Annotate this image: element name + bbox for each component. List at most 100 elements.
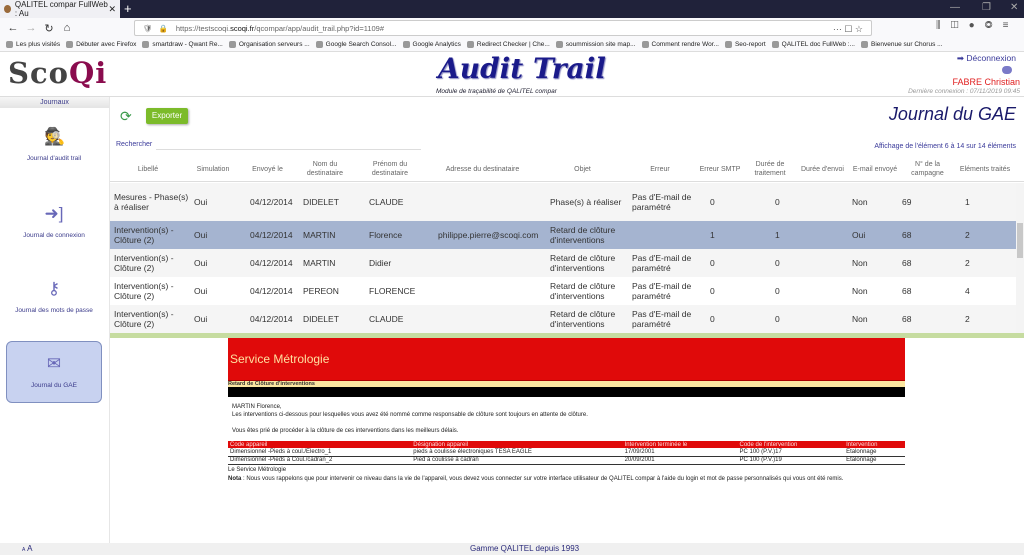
table-cell: 0 — [710, 258, 715, 268]
bookmark-item[interactable]: Bienvenue sur Chorus ... — [861, 41, 943, 48]
column-header[interactable]: Libellé — [110, 156, 186, 182]
column-header[interactable]: Envoyé le — [240, 156, 295, 182]
table-cell: 0 — [710, 197, 715, 207]
sidebar: Journaux 🕵 Journal d'audit trail ➜] Jour… — [0, 97, 110, 543]
email-divider — [228, 387, 905, 397]
sidebar-item-audit-trail[interactable]: 🕵 Journal d'audit trail — [6, 115, 102, 177]
table-cell: PEREON — [303, 286, 339, 296]
bookmark-item[interactable]: Organisation serveurs ... — [228, 41, 310, 48]
forward-icon[interactable]: → — [22, 22, 40, 34]
table-cell: MARTIN — [303, 230, 336, 240]
url-bar[interactable]: 🛡 🔒 https://testscoqi. scoqi.fr/qcompar/a… — [134, 20, 872, 36]
restore-icon[interactable]: ❐ — [982, 2, 991, 13]
scrollbar-thumb[interactable] — [1017, 223, 1023, 258]
table-cell: Intervention(s) - Clôture (2) — [114, 309, 174, 329]
email-table-header: Désignation appareil — [411, 441, 623, 448]
close-tab-icon[interactable]: ✕ — [108, 4, 116, 15]
bookmark-icon — [641, 41, 649, 48]
toolbar-icons[interactable]: ⫼◫●◎≡ — [936, 20, 1018, 31]
font-size-toggle[interactable]: A A — [22, 544, 32, 553]
table-cell: Oui — [194, 286, 208, 296]
bookmark-item[interactable]: Comment rendre Wor... — [641, 41, 719, 48]
column-header[interactable]: Objet — [540, 156, 625, 182]
column-header[interactable]: Adresse du destinataire — [425, 156, 540, 182]
table-cell: Pas d'E-mail de paramétré — [632, 253, 692, 273]
bookmark-item[interactable]: Débuter avec Firefox — [66, 41, 136, 48]
column-header[interactable]: E-mail envoyé — [850, 156, 900, 182]
column-header[interactable]: Erreur SMTP — [695, 156, 745, 182]
new-tab-icon[interactable]: + — [124, 1, 132, 16]
bookmark-item[interactable]: Google Search Consol... — [315, 41, 397, 48]
logout-link[interactable]: ➡ Déconnexion — [957, 53, 1016, 64]
sidebar-item-connexion[interactable]: ➜] Journal de connexion — [6, 192, 102, 254]
footer-text: Gamme QALITEL depuis 1993 — [470, 544, 580, 553]
column-header[interactable]: Durée d'envoi — [795, 156, 850, 182]
email-line1: Les interventions ci-dessous pour lesque… — [232, 412, 588, 418]
table-cell: 04/12/2014 — [250, 286, 293, 296]
table-cell: 69 — [902, 197, 912, 207]
bookmark-item[interactable]: Google Analytics — [402, 41, 461, 48]
table-cell: Intervention(s) - Clôture (2) — [114, 281, 174, 301]
table-cell: 0 — [775, 314, 780, 324]
table-row[interactable]: Mesures - Phase(s) à réaliser Oui 04/12/20… — [110, 183, 1016, 221]
email-table-row: Dimensionnel -Pieds à coul./Electro_1 pie… — [228, 448, 905, 457]
table-cell: Oui — [852, 230, 866, 240]
export-button[interactable]: Exporter — [146, 108, 188, 124]
table-row[interactable]: Intervention(s) - Clôture (2) Oui 04/12/20… — [110, 305, 1016, 333]
pagination-info: Affichage de l'élément 6 à 14 sur 14 élé… — [874, 143, 1016, 150]
table-cell: 04/12/2014 — [250, 314, 293, 324]
page-actions-icon[interactable]: ··· ☐ ☆ — [833, 24, 863, 35]
bookmark-item[interactable]: Seo-report — [724, 41, 766, 48]
bookmark-icon — [555, 41, 563, 48]
table-cell: DIDELET — [303, 314, 339, 324]
table-row[interactable]: Intervention(s) - Clôture (2) Oui 04/12/20… — [110, 249, 1016, 277]
email-signature: Le Service Métrologie — [228, 466, 287, 473]
refresh-icon[interactable]: ⟳ — [120, 108, 132, 125]
minimize-icon[interactable]: — — [950, 2, 960, 13]
table-cell: FLORENCE — [369, 286, 416, 296]
column-header[interactable]: Simulation — [186, 156, 240, 182]
bookmark-icon — [724, 41, 732, 48]
email-greeting: MARTIN Florence, — [232, 404, 282, 410]
search-input[interactable] — [156, 149, 421, 150]
table-cell: Pas d'E-mail de paramétré — [632, 309, 692, 329]
column-header[interactable]: Durée de traitement — [745, 156, 795, 182]
chat-icon[interactable] — [1002, 66, 1012, 74]
home-icon[interactable]: ⌂ — [58, 22, 76, 34]
table-cell: Intervention(s) - Clôture (2) — [114, 253, 174, 273]
sidebar-item-gae[interactable]: ✉ Journal du GAE — [6, 341, 102, 403]
bookmark-item[interactable]: Les plus visités — [6, 41, 60, 48]
bookmark-item[interactable]: Redirect Checker | Che... — [466, 41, 550, 48]
column-header[interactable]: Eléments traités — [955, 156, 1015, 182]
window-close-icon[interactable]: ✕ — [1010, 2, 1018, 13]
table-row[interactable]: Intervention(s) - Clôture (2) Oui 04/12/20… — [110, 221, 1016, 249]
table-cell: 2 — [965, 258, 970, 268]
column-header[interactable]: Nom du destinataire — [295, 156, 355, 182]
email-table-header: Code de l'intervention — [737, 441, 845, 448]
table-cell: 68 — [902, 286, 912, 296]
browser-tab[interactable]: QALITEL compar FullWeb : Au ✕ — [0, 0, 120, 18]
column-header[interactable]: Prénom du destinataire — [355, 156, 425, 182]
column-header[interactable]: N° de la campagne — [900, 156, 955, 182]
table-cell: 1 — [775, 230, 780, 240]
table-row[interactable]: Intervention(s) - Clôture (2) Oui 04/12/20… — [110, 277, 1016, 305]
bookmark-item[interactable]: soummission site map... — [555, 41, 636, 48]
table-cell: Didier — [369, 258, 392, 268]
bookmarks-bar: Les plus visités Débuter avec Firefox smar… — [0, 38, 1024, 52]
bookmark-item[interactable]: QALITEL doc FullWeb :... — [771, 41, 855, 48]
table-cell: Phase(s) à réaliser — [550, 197, 622, 207]
sidebar-item-mots-de-passe[interactable]: ⚷ Journal des mots de passe — [6, 267, 102, 329]
table-cell: 1 — [710, 230, 715, 240]
tab-title: QALITEL compar FullWeb : Au — [14, 0, 108, 18]
table-scrollbar[interactable] — [1016, 183, 1024, 333]
table-cell — [438, 277, 548, 305]
app-subtitle: Module de traçabilité de QALITEL compar — [436, 88, 557, 95]
email-table-header: Intervention — [844, 441, 905, 448]
table-cell: 68 — [902, 258, 912, 268]
table-cell — [632, 221, 702, 249]
bookmark-item[interactable]: smartdraw - Qwant Re... — [142, 41, 223, 48]
column-header[interactable]: Erreur — [625, 156, 695, 182]
table-cell: Intervention(s) - Clôture (2) — [114, 225, 174, 245]
back-icon[interactable]: ← — [4, 22, 22, 34]
reload-icon[interactable]: ↻ — [40, 22, 58, 35]
